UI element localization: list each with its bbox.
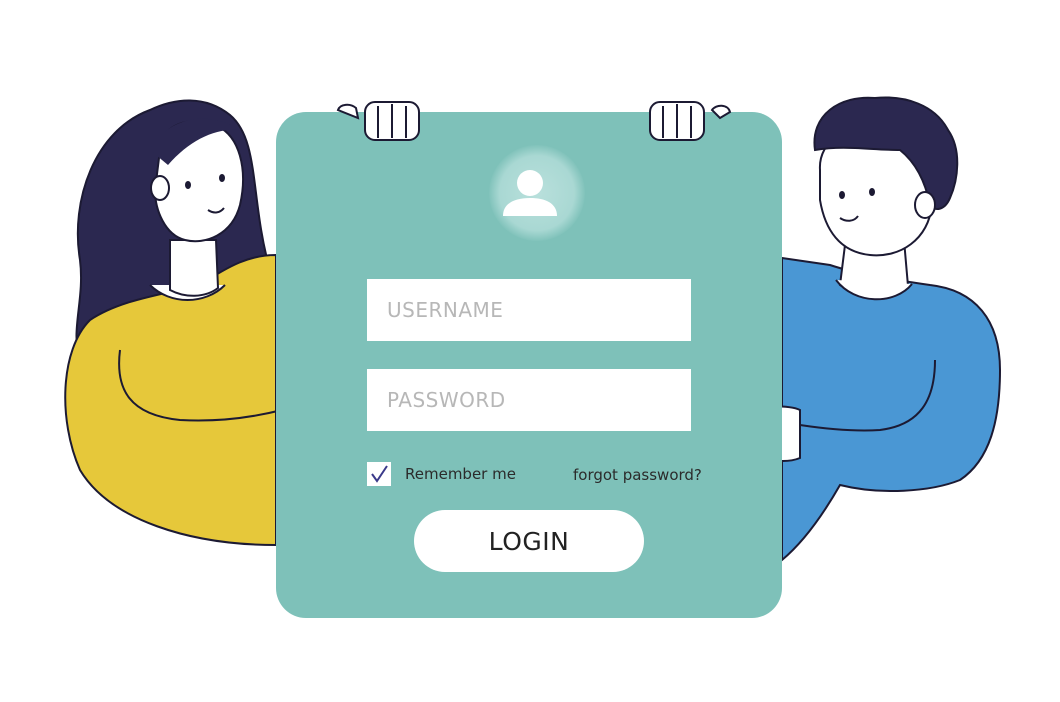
left-grip-hand: [336, 101, 420, 141]
login-illustration: Remember me forgot password? LOGIN: [0, 0, 1060, 702]
username-input[interactable]: [367, 279, 691, 341]
login-button[interactable]: LOGIN: [414, 510, 644, 572]
user-avatar: [489, 145, 585, 241]
right-grip-hand: [649, 101, 732, 141]
remember-me-label: Remember me: [405, 465, 516, 483]
checkmark-icon: [371, 465, 388, 483]
remember-me-checkbox[interactable]: [367, 462, 391, 486]
gripping-hands: [336, 101, 732, 141]
forgot-password-link[interactable]: forgot password?: [573, 466, 702, 484]
user-icon: [503, 170, 557, 216]
password-input[interactable]: [367, 369, 691, 431]
remember-me-row: Remember me: [367, 462, 516, 486]
